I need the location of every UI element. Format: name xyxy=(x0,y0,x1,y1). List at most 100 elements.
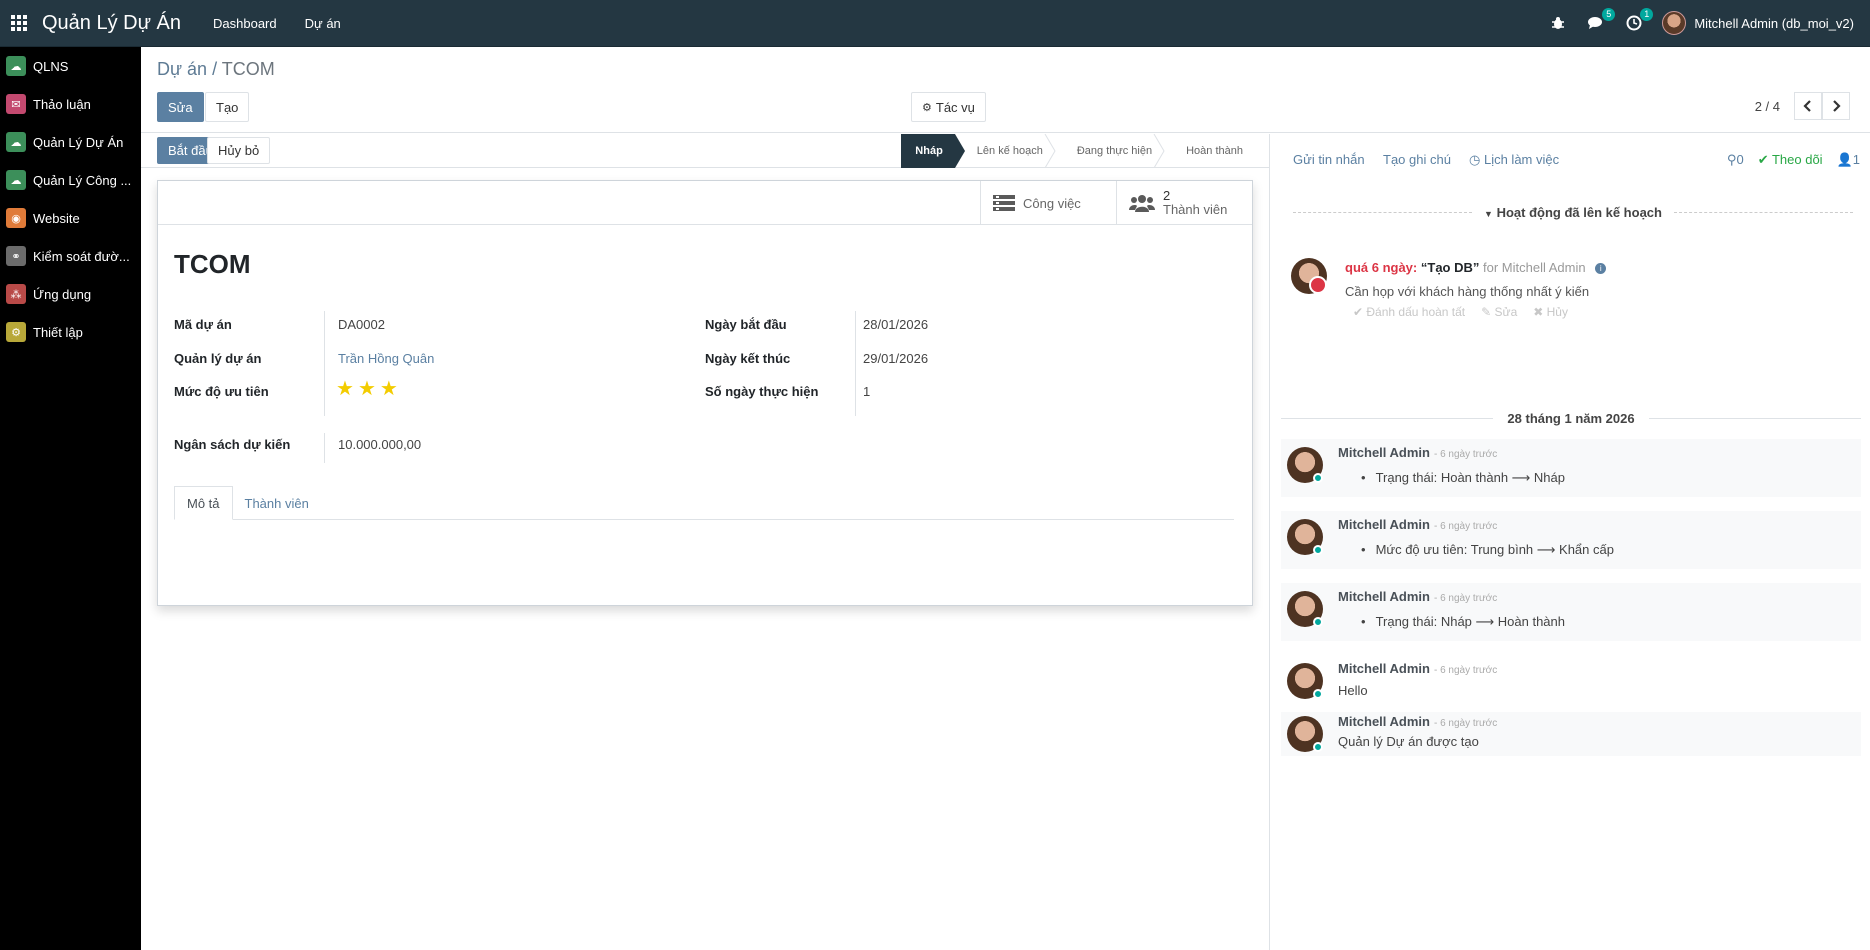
sidebar-item-label: Quản Lý Công ... xyxy=(33,172,132,188)
sidebar-item[interactable]: ☁ Quản Lý Công ... xyxy=(0,161,141,199)
info-icon[interactable]: i xyxy=(1595,263,1607,275)
sidebar-item[interactable]: ◉ Website xyxy=(0,199,141,237)
main-content: Dự án / TCOM Sửa Tạo ⚙ Tác vụ 2 / 4 Bắt … xyxy=(141,47,1870,950)
online-status-icon xyxy=(1313,689,1323,699)
divider xyxy=(855,311,856,416)
breadcrumb: Dự án / TCOM xyxy=(157,59,275,80)
members-label: Thành viên xyxy=(1163,202,1228,217)
message-author[interactable]: Mitchell Admin xyxy=(1338,445,1430,460)
apps-icon: ⁂ xyxy=(6,284,26,304)
message-author[interactable]: Mitchell Admin xyxy=(1338,661,1430,676)
priority-label: Mức độ ưu tiên xyxy=(174,384,269,399)
activity-clock-icon[interactable]: 1 xyxy=(1624,8,1654,33)
message-author[interactable]: Mitchell Admin xyxy=(1338,714,1430,729)
sidebar-item[interactable]: ⚭ Kiểm soát đườ... xyxy=(0,237,141,275)
follow-button[interactable]: ✔ Theo dõi xyxy=(1758,134,1823,186)
user-icon: 👤 xyxy=(1836,152,1853,167)
gear-icon: ⚙ xyxy=(922,101,932,114)
messages-badge: 5 xyxy=(1602,8,1616,21)
app-brand[interactable]: Quản Lý Dự Án xyxy=(42,12,181,35)
sidebar-item-label: Quản Lý Dự Án xyxy=(33,134,124,150)
schedule-activity-button[interactable]: ◷ Lịch làm việc xyxy=(1469,134,1559,186)
app-menu-icon[interactable] xyxy=(2,0,36,47)
message: Mitchell Admin- 6 ngày trước Mức độ ưu t… xyxy=(1281,511,1861,569)
message-time: - 6 ngày trước xyxy=(1433,665,1498,676)
cancel-activity-button[interactable]: ✖ Hủy xyxy=(1533,305,1568,319)
form-sheet: Công việc 2 Thành viên TCOM Mã dự án DA0… xyxy=(157,180,1253,606)
star-icon[interactable]: ★ xyxy=(380,379,398,399)
sidebar-item[interactable]: ☁ Quản Lý Dự Án xyxy=(0,123,141,161)
user-menu[interactable]: Mitchell Admin (db_moi_v2) xyxy=(1662,11,1854,35)
tracking-value: Mức độ ưu tiên: Trung bình ⟶ Khẩn cấp xyxy=(1361,542,1614,558)
chatter: Gửi tin nhắn Tạo ghi chú ◷ Lịch làm việc… xyxy=(1271,134,1870,950)
tasks-label: Công việc xyxy=(1023,195,1081,211)
debug-bug-icon[interactable] xyxy=(1548,13,1568,33)
pager-next-button[interactable] xyxy=(1822,92,1850,120)
start-date-value: 28/01/2026 xyxy=(863,317,929,332)
activity-item: quá 6 ngày: “Tạo DB” for Mitchell Admin … xyxy=(1291,252,1851,332)
manager-link[interactable]: Trần Hồng Quân xyxy=(338,351,434,366)
duration-value: 1 xyxy=(863,384,871,399)
stage-in-progress[interactable]: Đang thực hiện xyxy=(1055,134,1165,168)
tab-members[interactable]: Thành viên xyxy=(233,486,321,520)
manager-label: Quản lý dự án xyxy=(174,351,262,366)
stage-done[interactable]: Hoàn thành xyxy=(1164,134,1255,168)
tasks-smart-button[interactable]: Công việc xyxy=(980,181,1116,225)
pager-value[interactable]: 2 / 4 xyxy=(1755,99,1780,114)
sidebar-item-label: Thiết lập xyxy=(33,324,83,340)
users-icon xyxy=(1129,195,1155,212)
activity-badge: 1 xyxy=(1640,8,1654,21)
tasks-icon xyxy=(993,195,1015,211)
nav-dashboard[interactable]: Dashboard xyxy=(199,0,291,47)
log-note-button[interactable]: Tạo ghi chú xyxy=(1383,134,1451,186)
send-message-button[interactable]: Gửi tin nhắn xyxy=(1293,134,1365,186)
code-label: Mã dự án xyxy=(174,317,232,332)
edit-activity-button[interactable]: ✎ Sửa xyxy=(1481,305,1517,319)
followers-button[interactable]: 👤1 xyxy=(1837,134,1860,186)
action-button[interactable]: ⚙ Tác vụ xyxy=(911,92,986,122)
sidebar-item[interactable]: ☁ QLNS xyxy=(0,47,141,85)
cancel-project-button[interactable]: Hủy bỏ xyxy=(207,137,271,164)
caret-down-icon: ▼ xyxy=(1484,208,1493,219)
star-icon[interactable]: ★ xyxy=(336,379,354,399)
breadcrumb-parent[interactable]: Dự án xyxy=(157,59,207,79)
sidebar-item[interactable]: ⚙ Thiết lập xyxy=(0,313,141,351)
create-button[interactable]: Tạo xyxy=(205,92,250,122)
message-time: - 6 ngày trước xyxy=(1433,521,1498,532)
action-label: Tác vụ xyxy=(935,99,975,115)
divider xyxy=(324,433,325,463)
nav-projects[interactable]: Dự án xyxy=(291,0,355,47)
chatter-topbar: Gửi tin nhắn Tạo ghi chú ◷ Lịch làm việc… xyxy=(1271,134,1870,186)
sidebar-item[interactable]: ⁂ Ứng dụng xyxy=(0,275,141,313)
end-date-value: 29/01/2026 xyxy=(863,351,929,366)
message-author[interactable]: Mitchell Admin xyxy=(1338,517,1430,532)
pager-previous-button[interactable] xyxy=(1794,92,1822,120)
tab-description[interactable]: Mô tả xyxy=(174,486,233,520)
edit-button[interactable]: Sửa xyxy=(157,92,204,122)
form-view: Bắt đầu Hủy bỏ Nháp Lên kế hoạch Đang th… xyxy=(141,134,1270,950)
message-time: - 6 ngày trước xyxy=(1433,449,1498,460)
star-icon[interactable]: ★ xyxy=(358,379,376,399)
messages-icon[interactable]: 5 xyxy=(1586,8,1616,33)
cloud-icon: ☁ xyxy=(6,132,26,152)
sidebar-item[interactable]: ✉ Thảo luận xyxy=(0,85,141,123)
message-author[interactable]: Mitchell Admin xyxy=(1338,589,1430,604)
priority-stars[interactable]: ★ ★ ★ xyxy=(336,379,398,399)
breadcrumb-separator: / xyxy=(212,59,218,79)
budget-value: 10.000.000,00 xyxy=(338,437,422,452)
planned-activities-header[interactable]: ▼ Hoạt động đã lên kế hoạch xyxy=(1293,202,1853,222)
stage-planned[interactable]: Lên kế hoạch xyxy=(955,134,1056,168)
breadcrumb-current: TCOM xyxy=(221,59,275,79)
project-title: TCOM xyxy=(174,249,251,279)
duration-label: Số ngày thực hiện xyxy=(705,384,819,399)
members-smart-button[interactable]: 2 Thành viên xyxy=(1116,181,1254,225)
mark-done-button[interactable]: ✔ Đánh dấu hoàn tất xyxy=(1353,305,1465,319)
notebook-tabs: Mô tả Thành viên xyxy=(174,486,1234,520)
attachments-button[interactable]: ⚲0 xyxy=(1727,134,1744,186)
stage-draft[interactable]: Nháp xyxy=(901,134,965,168)
sidebar-item-label: Thảo luận xyxy=(33,96,91,112)
tracking-value: Trạng thái: Hoàn thành ⟶ Nháp xyxy=(1361,470,1565,486)
tracking-value: Trạng thái: Nháp ⟶ Hoàn thành xyxy=(1361,614,1565,630)
gear-icon: ⚙ xyxy=(6,322,26,342)
message: Mitchell Admin- 6 ngày trước Trạng thái:… xyxy=(1281,439,1861,497)
